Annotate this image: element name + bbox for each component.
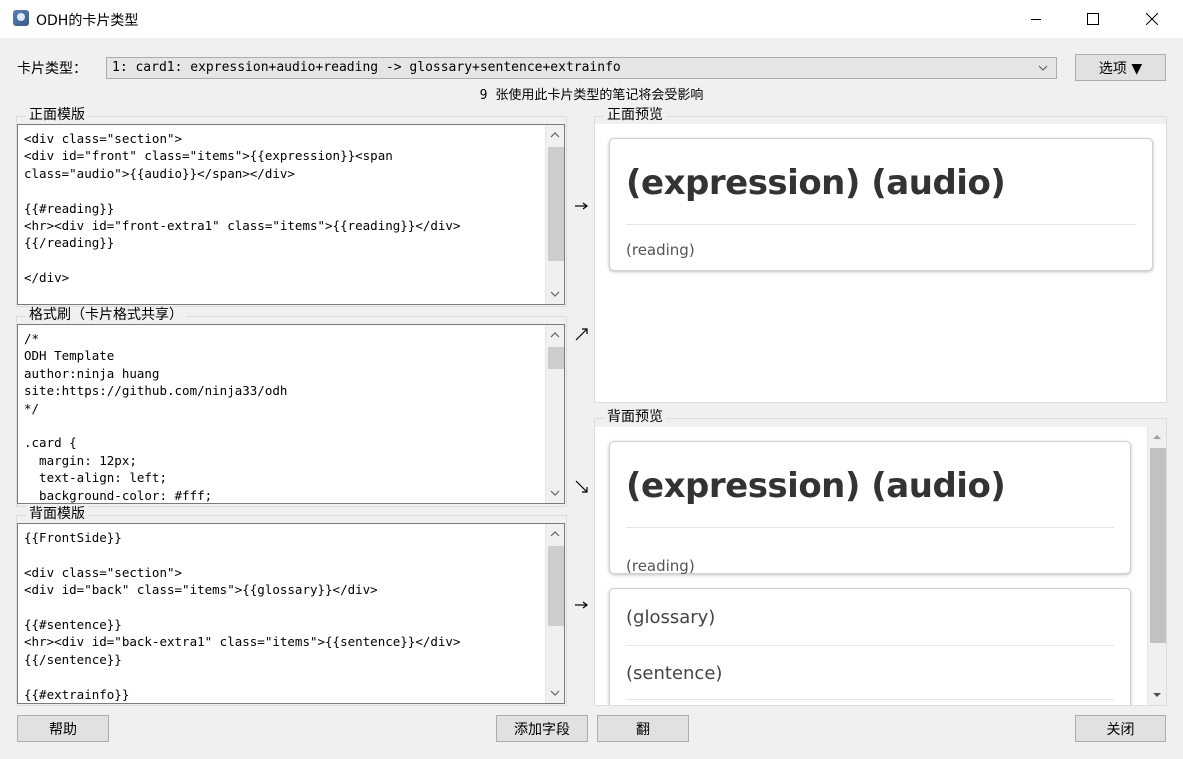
close-icon [1146,13,1158,25]
minimize-button[interactable] [1013,0,1059,38]
styling-title: 格式刷（卡片格式共享） [26,307,186,323]
title-bar: ODH的卡片类型 [0,0,1183,38]
add-field-button[interactable]: 添加字段 [496,715,588,742]
back-preview-pane[interactable]: (expression) (audio) (reading) (glossary… [595,427,1166,705]
options-button[interactable]: 选项 ▼ [1075,54,1166,81]
front-template-code: <div class="section"> <div id="front" cl… [24,131,461,286]
scroll-thumb[interactable] [548,347,564,369]
front-preview-pane[interactable]: (expression) (audio) (reading) [595,124,1166,402]
front-reading: (reading) [626,241,695,259]
front-preview-card: (expression) (audio) (reading) [609,138,1153,271]
card-type-value: 1: card1: expression+audio+reading -> gl… [112,60,621,75]
help-button[interactable]: 帮助 [17,715,109,742]
scroll-thumb[interactable] [1150,448,1166,643]
card-divider [626,527,1114,528]
window-title: ODH的卡片类型 [36,13,139,29]
scroll-down-icon[interactable] [1151,689,1163,701]
scroll-thumb[interactable] [548,546,564,626]
styling-code: /* ODH Template author:ninja huang site:… [24,331,288,503]
flip-button[interactable]: 翻 [597,715,689,742]
front-expression-audio: (expression) (audio) [626,163,1006,203]
arrow-up-right-icon [575,328,588,341]
back-sentence: (sentence) [626,663,723,684]
card-type-combobox[interactable]: 1: card1: expression+audio+reading -> gl… [106,57,1057,79]
back-glossary: (glossary) [626,607,716,628]
front-template-title: 正面模版 [26,107,88,123]
scroll-up-icon[interactable] [549,528,561,540]
back-preview-title: 背面预览 [604,409,666,425]
close-button[interactable]: 关闭 [1075,715,1166,742]
back-preview-scrollbar[interactable] [1147,427,1166,705]
odh-app-icon [13,10,29,26]
minimize-icon [1031,19,1041,20]
scroll-up-icon[interactable] [549,329,561,341]
back-template-title: 背面模版 [26,506,88,522]
close-window-button[interactable] [1129,0,1175,38]
card-type-label: 卡片类型： [17,61,87,77]
arrow-right-icon [575,601,588,609]
styling-scrollbar[interactable] [545,325,564,503]
back-preview-card-front: (expression) (audio) (reading) [609,441,1131,575]
front-template-scrollbar[interactable] [545,125,564,304]
affected-notes-notice: 9 张使用此卡片类型的笔记将会受影响 [479,88,704,103]
maximize-icon [1087,13,1099,25]
scroll-down-icon[interactable] [549,288,561,300]
scroll-thumb[interactable] [548,147,564,261]
card-divider [626,645,1114,646]
front-template-editor[interactable]: <div class="section"> <div id="front" cl… [17,124,565,305]
styling-editor[interactable]: /* ODH Template author:ninja huang site:… [17,324,565,504]
back-preview-card-back: (glossary) (sentence) [609,588,1131,705]
back-reading: (reading) [626,557,695,575]
arrow-right-icon [575,202,588,210]
back-expression-audio: (expression) (audio) [626,466,1006,506]
back-template-editor[interactable]: {{FrontSide}} <div class="section"> <div… [17,523,565,704]
chevron-down-icon [1038,65,1048,71]
scroll-down-icon[interactable] [549,487,561,499]
back-template-code: {{FrontSide}} <div class="section"> <div… [24,530,461,702]
scroll-up-icon[interactable] [549,129,561,141]
back-template-scrollbar[interactable] [545,524,564,703]
maximize-button[interactable] [1070,0,1116,38]
card-divider [626,224,1136,225]
scroll-up-icon[interactable] [1151,431,1163,443]
front-preview-title: 正面预览 [604,107,666,123]
scroll-down-icon[interactable] [549,687,561,699]
arrow-down-right-icon [575,480,588,493]
card-divider [626,699,1114,700]
